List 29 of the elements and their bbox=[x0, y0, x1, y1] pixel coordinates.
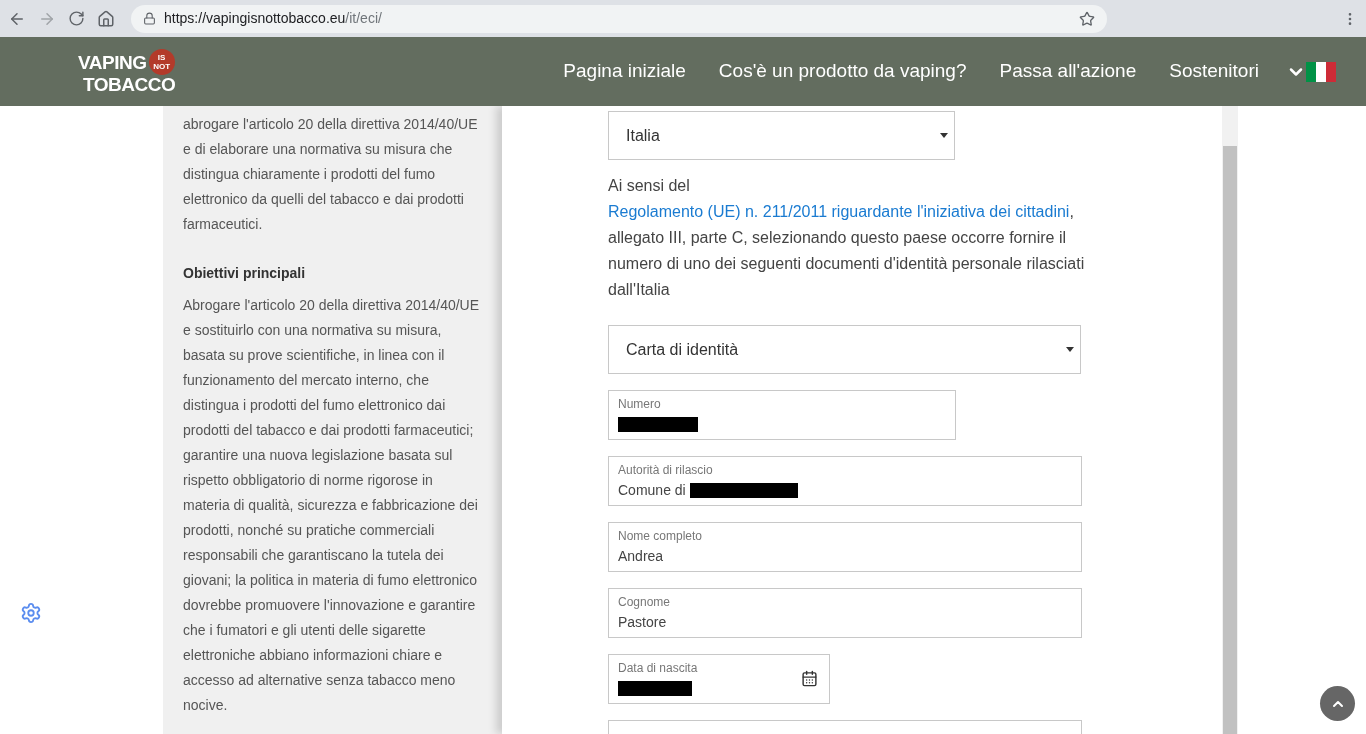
nav-link[interactable]: Pagina iniziale bbox=[563, 57, 686, 86]
date-field[interactable]: Data di nascita bbox=[608, 654, 830, 704]
nav-link[interactable]: Passa all'azione bbox=[999, 57, 1137, 86]
field-value: Pastore bbox=[618, 612, 667, 632]
notice-paragraph: Ai sensi del Regolamento (UE) n. 211/2011 riguardante l'iniziativa dei cittadini, allegato III, parte C, selezionando questo paese occorre fornire il numero di uno dei seguenti documenti d'identità personale rilasciati dall'Italia bbox=[608, 176, 1086, 300]
address-bar[interactable]: https://vapingisnottobacco.eu/it/eci/ bbox=[131, 4, 1107, 33]
field-label: Cognome bbox=[618, 595, 672, 609]
country-select[interactable]: Italia bbox=[608, 111, 955, 160]
logo-badge: IS NOT bbox=[148, 49, 175, 75]
logo-word: TOBACCO bbox=[83, 75, 176, 94]
field-value: Andrea bbox=[618, 546, 664, 566]
input-field[interactable]: Numero bbox=[608, 390, 956, 440]
field-label: Numero bbox=[618, 397, 662, 411]
url-text: https://vapingisnottobacco.eu/it/eci/ bbox=[164, 9, 382, 28]
field-label: Data di nascita bbox=[618, 661, 699, 675]
sidebar-paragraph: Abrogare l'articolo 20 della direttiva 2014/40/UE e sostituirlo con una normativa su misura, basata su prove scientifiche, in linea con il funzionamento del mercato interno, che distingua i prodotti del fumo elettronico dai prodotti del tabacco e dai prodotti farmaceutici; garantire una nuova legislazione basata sul rispetto obbligatorio di norme rigorose in materia di qualità, sicurezza e fabbricazione dei prodotti, nonché su pratiche commerciali responsabili che garantiscano la tutela dei giovani; la politica in materia di fumo elettronico dovrebbe promuovere l'innovazione e garantire che i fumatori e gli utenti delle sigarette elettroniche abbiano informazioni chiare e accesso ad alternative senza tabacco meno nocive. bbox=[183, 296, 481, 715]
input-field[interactable]: Nome completo Andrea bbox=[608, 522, 1082, 572]
field-value: Comune di bbox=[618, 480, 686, 500]
field-label: Nome completo bbox=[618, 529, 704, 543]
document-type-select[interactable]: Carta di identità bbox=[608, 325, 1081, 374]
field-label: Autorità di rilascio bbox=[618, 463, 714, 477]
nav-link[interactable]: Sostenitori bbox=[1169, 57, 1259, 86]
input-field[interactable]: Autorità di rilascio Comune di bbox=[608, 456, 1082, 506]
input-field[interactable]: Cognome Pastore bbox=[608, 588, 1082, 638]
nav-link[interactable]: Cos'è un prodotto da vaping? bbox=[718, 57, 967, 86]
sidebar-paragraph: abrogare l'articolo 20 della direttiva 2014/40/UE e di elaborare una normativa su misura che distingua chiaramente i prodotti del fumo elettronico da quelli del tabacco e dai prodotti farmaceutici. bbox=[183, 115, 479, 234]
logo-word: VAPING bbox=[78, 52, 147, 72]
regulation-link[interactable]: Regolamento (UE) n. 211/2011 riguardante l'iniziativa dei cittadini bbox=[608, 203, 1070, 220]
sidebar-heading: Obiettivi principali bbox=[183, 264, 307, 283]
